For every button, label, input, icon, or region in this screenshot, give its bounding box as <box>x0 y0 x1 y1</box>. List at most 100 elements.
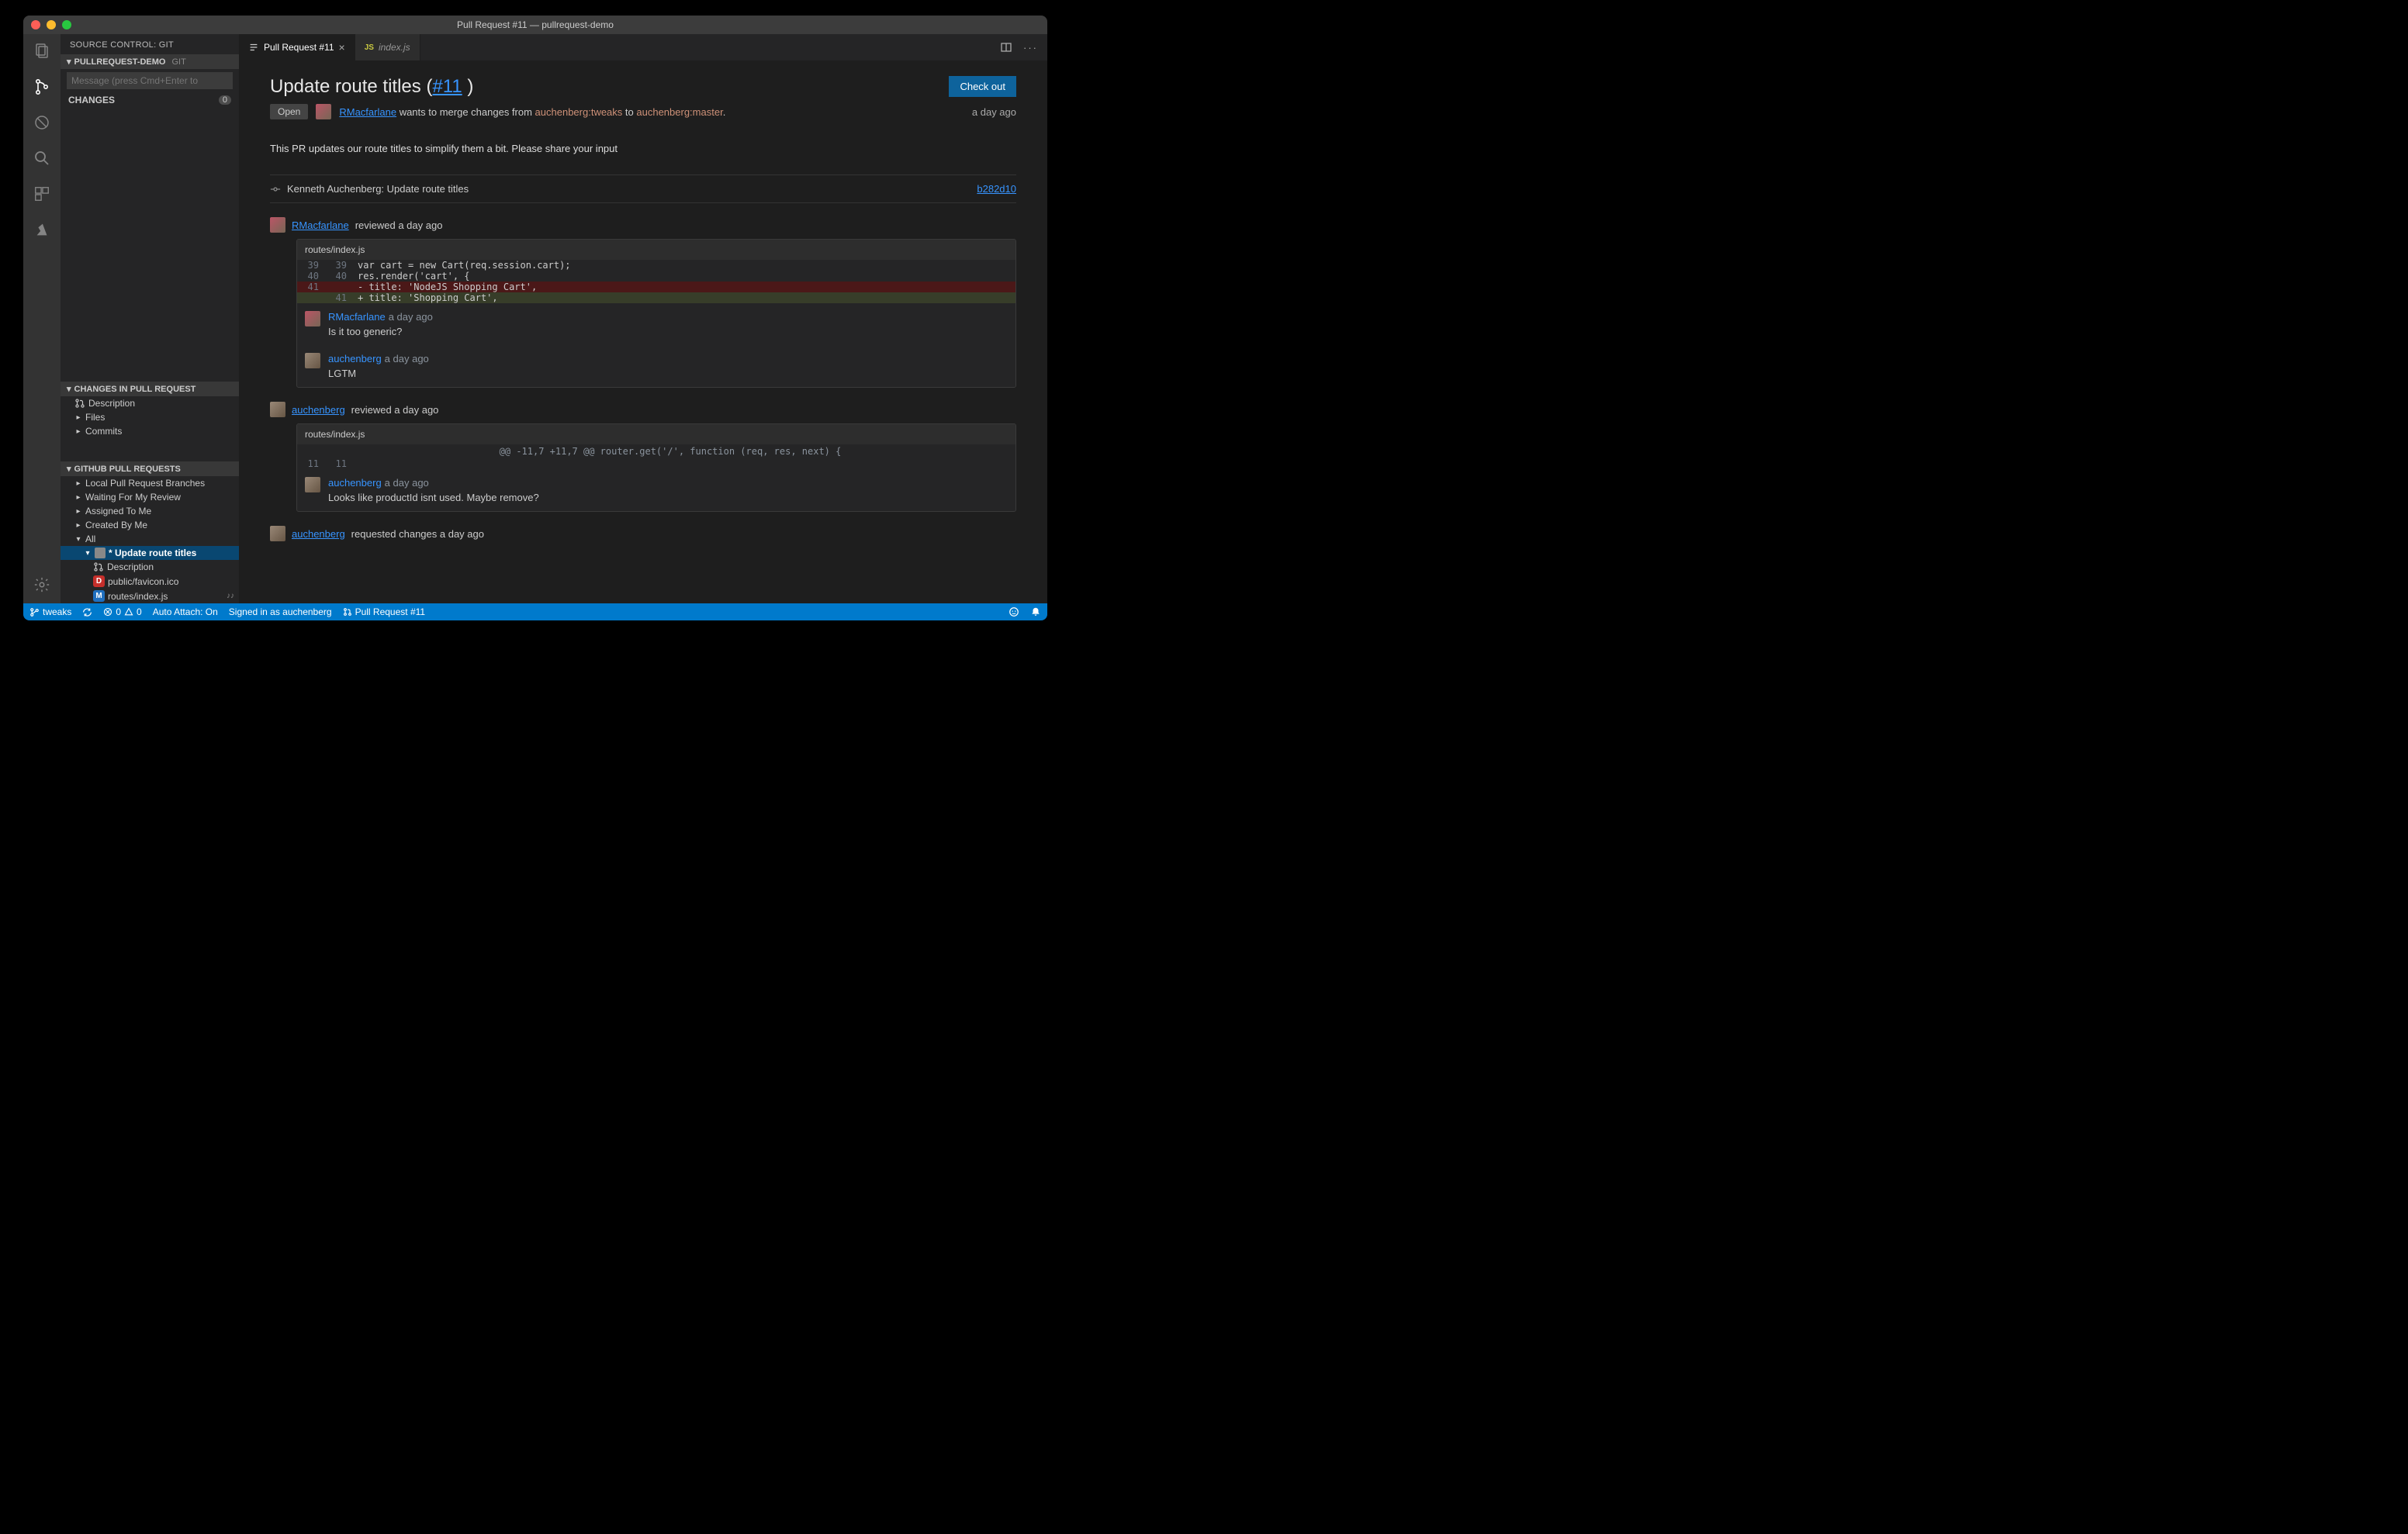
sync-icon <box>82 607 92 617</box>
close-icon[interactable]: × <box>339 41 345 54</box>
pr-content: Update route titles (#11 ) Check out Ope… <box>239 60 1047 603</box>
chevron-down-icon: ▾ <box>74 535 82 544</box>
commit-message-input[interactable] <box>67 72 233 89</box>
status-signed-in[interactable]: Signed in as auchenberg <box>229 606 332 617</box>
close-window-button[interactable] <box>31 20 40 29</box>
author-link[interactable]: RMacfarlane <box>339 106 396 118</box>
chevron-right-icon: ▸ <box>74 427 82 436</box>
changes-row[interactable]: CHANGES 0 <box>61 92 239 108</box>
avatar <box>316 104 331 119</box>
sidebar: SOURCE CONTROL: GIT ▾ PULLREQUEST-DEMO G… <box>61 34 239 603</box>
ghpr-pr-file2[interactable]: M routes/index.js ♪♪ <box>61 589 239 603</box>
avatar <box>270 526 285 541</box>
comment-indicator-icon: ♪♪ <box>227 592 234 600</box>
ghpr-pr-file1[interactable]: D public/favicon.ico <box>61 574 239 589</box>
chevron-down-icon: ▾ <box>67 384 71 394</box>
window-title: Pull Request #11 — pullrequest-demo <box>23 19 1047 30</box>
pr-description-item[interactable]: Description <box>61 396 239 410</box>
ghpr-all[interactable]: ▾All <box>61 532 239 546</box>
avatar <box>95 548 106 558</box>
tab-indexjs[interactable]: JS index.js <box>355 34 420 60</box>
chevron-down-icon: ▾ <box>67 57 71 67</box>
git-pull-request-icon <box>343 607 352 617</box>
git-commit-icon <box>270 184 281 195</box>
review-block: RMacfarlane reviewed a day ago routes/in… <box>270 217 1016 388</box>
reviewer-link[interactable]: auchenberg <box>292 404 345 416</box>
titlebar: Pull Request #11 — pullrequest-demo <box>23 16 1047 34</box>
pr-title: Update route titles (#11 ) <box>270 76 473 98</box>
more-actions-icon[interactable]: ··· <box>1023 42 1038 54</box>
minimize-window-button[interactable] <box>47 20 56 29</box>
git-pull-request-icon <box>74 398 85 409</box>
review-comment: auchenberga day ago Looks like productId… <box>297 469 1015 511</box>
ghpr-pr-description[interactable]: Description <box>61 560 239 574</box>
ghpr-created[interactable]: ▸Created By Me <box>61 518 239 532</box>
review-block: auchenberg reviewed a day ago routes/ind… <box>270 402 1016 512</box>
ghpr-assigned[interactable]: ▸Assigned To Me <box>61 504 239 518</box>
settings-gear-icon[interactable] <box>31 574 53 596</box>
ghpr-local-branches[interactable]: ▸Local Pull Request Branches <box>61 476 239 490</box>
error-icon <box>103 607 112 617</box>
pr-files-item[interactable]: ▸ Files <box>61 410 239 424</box>
commenter-link[interactable]: auchenberg <box>328 353 382 364</box>
status-auto-attach[interactable]: Auto Attach: On <box>153 606 218 617</box>
vscode-window: Pull Request #11 — pullrequest-demo <box>23 16 1047 620</box>
reviewer-link[interactable]: RMacfarlane <box>292 219 349 231</box>
pr-description: This PR updates our route titles to simp… <box>270 143 1016 154</box>
status-branch[interactable]: tweaks <box>29 606 71 617</box>
changes-count-badge: 0 <box>219 95 231 105</box>
chevron-right-icon: ▸ <box>74 493 82 502</box>
review-file-path: routes/index.js <box>297 240 1015 260</box>
chevron-down-icon: ▾ <box>84 549 92 558</box>
maximize-window-button[interactable] <box>62 20 71 29</box>
status-bar: tweaks 0 0 Auto Attach: On Signed in as … <box>23 603 1047 620</box>
pr-commits-item[interactable]: ▸ Commits <box>61 424 239 438</box>
commit-sha-link[interactable]: b282d10 <box>977 183 1016 195</box>
github-pr-header[interactable]: ▾ GITHUB PULL REQUESTS <box>61 461 239 476</box>
reviewer-link[interactable]: auchenberg <box>292 528 345 540</box>
notifications-icon[interactable] <box>1030 606 1041 617</box>
explorer-icon[interactable] <box>31 40 53 62</box>
status-pull-request[interactable]: Pull Request #11 <box>343 606 426 617</box>
sidebar-title: SOURCE CONTROL: GIT <box>61 34 239 54</box>
azure-icon[interactable] <box>31 219 53 240</box>
list-icon <box>248 42 259 53</box>
status-problems[interactable]: 0 0 <box>103 606 141 617</box>
avatar <box>270 402 285 417</box>
commit-summary: Kenneth Auchenberg: Update route titles … <box>270 174 1016 203</box>
target-branch: auchenberg:master <box>636 106 722 118</box>
extensions-icon[interactable] <box>31 183 53 205</box>
debug-icon[interactable] <box>31 112 53 133</box>
avatar <box>270 217 285 233</box>
ghpr-waiting-review[interactable]: ▸Waiting For My Review <box>61 490 239 504</box>
tab-pull-request[interactable]: Pull Request #11 × <box>239 34 355 60</box>
checkout-button[interactable]: Check out <box>949 76 1016 97</box>
pr-timestamp: a day ago <box>972 106 1016 118</box>
commenter-link[interactable]: RMacfarlane <box>328 311 386 323</box>
review-comment: RMacfarlanea day ago Is it too generic? <box>297 303 1015 345</box>
split-editor-icon[interactable] <box>1000 41 1012 54</box>
file-deleted-badge: D <box>93 575 105 587</box>
smiley-icon <box>1009 606 1019 617</box>
status-badge: Open <box>270 104 308 119</box>
file-modified-badge: M <box>93 590 105 602</box>
editor-area: Pull Request #11 × JS index.js ··· <box>239 34 1047 603</box>
commenter-link[interactable]: auchenberg <box>328 477 382 489</box>
status-sync[interactable] <box>82 607 92 617</box>
feedback-icon[interactable] <box>1009 606 1019 617</box>
source-branch: auchenberg:tweaks <box>535 106 623 118</box>
ghpr-pr-item[interactable]: ▾ * Update route titles <box>61 546 239 560</box>
tab-bar: Pull Request #11 × JS index.js ··· <box>239 34 1047 60</box>
repo-section-header[interactable]: ▾ PULLREQUEST-DEMO GIT <box>61 54 239 69</box>
pr-number-link[interactable]: #11 <box>432 76 462 97</box>
search-icon[interactable] <box>31 147 53 169</box>
source-control-icon[interactable] <box>31 76 53 98</box>
avatar <box>305 477 320 492</box>
changes-in-pr-header[interactable]: ▾ CHANGES IN PULL REQUEST <box>61 382 239 396</box>
avatar <box>305 353 320 368</box>
traffic-lights <box>23 20 71 29</box>
chevron-right-icon: ▸ <box>74 507 82 516</box>
review-block: auchenberg requested changes a day ago <box>270 526 1016 541</box>
bell-icon <box>1030 606 1041 617</box>
pr-meta: Open RMacfarlane wants to merge changes … <box>270 104 1016 119</box>
